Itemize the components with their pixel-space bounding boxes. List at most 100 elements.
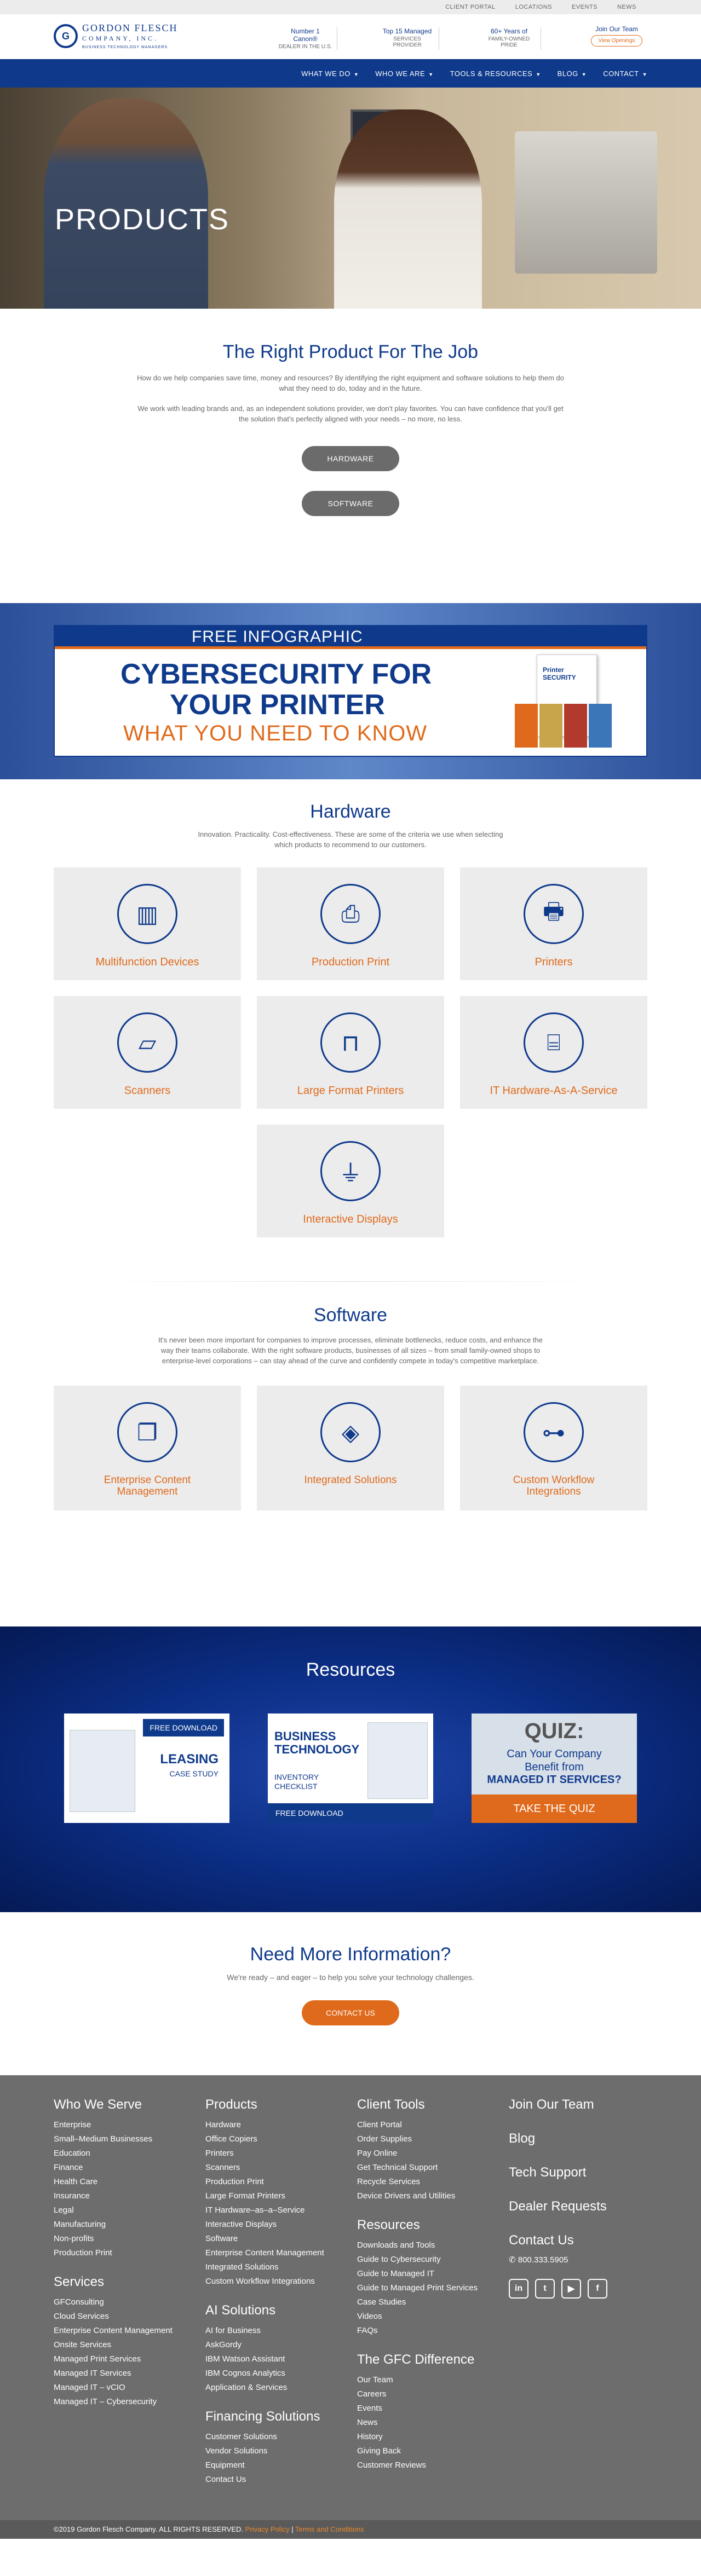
tile-enterprise-content-management[interactable]: ❐ Enterprise Content Management <box>54 1386 241 1510</box>
footer-link[interactable]: IBM Watson Assistant <box>205 2352 345 2366</box>
footer-link[interactable]: Health Care <box>54 2175 193 2189</box>
nav-blog[interactable]: BLOG ▼ <box>558 70 587 78</box>
footer-link[interactable]: GFConsulting <box>54 2295 193 2309</box>
footer-link[interactable]: Printers <box>205 2146 345 2161</box>
footer-link[interactable]: Onsite Services <box>54 2338 193 2352</box>
footer-link[interactable]: IT Hardware–as–a–Service <box>205 2203 345 2218</box>
footer-link[interactable]: Office Copiers <box>205 2132 345 2146</box>
software-button[interactable]: SOFTWARE <box>302 491 399 516</box>
view-openings-button[interactable]: View Openings <box>591 35 642 47</box>
inventory-checklist-card[interactable]: BUSINESS TECHNOLOGY INVENTORY CHECKLIST FR… <box>268 1714 433 1823</box>
footer-link[interactable]: Software <box>205 2232 345 2246</box>
tile-integrated-solutions[interactable]: ◈ Integrated Solutions <box>257 1386 444 1510</box>
footer-phone[interactable]: ✆ 800.333.5905 <box>509 2255 647 2265</box>
footer-link[interactable]: Our Team <box>357 2373 497 2387</box>
footer-link[interactable]: Managed IT Services <box>54 2366 193 2381</box>
footer-link[interactable]: Guide to Managed IT <box>357 2267 497 2281</box>
footer-link[interactable]: News <box>357 2416 497 2430</box>
facebook-icon[interactable]: f <box>588 2279 607 2299</box>
footer-link[interactable]: Non-profits <box>54 2232 193 2246</box>
footer-link[interactable]: Scanners <box>205 2161 345 2175</box>
footer-link[interactable]: Production Print <box>54 2246 193 2260</box>
nav-what-we-do[interactable]: WHAT WE DO ▼ <box>301 70 359 78</box>
footer-link[interactable]: Pay Online <box>357 2146 497 2161</box>
footer-link[interactable]: Insurance <box>54 2189 193 2203</box>
locations-link[interactable]: LOCATIONS <box>515 4 552 10</box>
footer-link[interactable]: FAQs <box>357 2324 497 2338</box>
footer-link[interactable]: Large Format Printers <box>205 2189 345 2203</box>
footer-join-team-link[interactable]: Join Our Team <box>509 2097 647 2112</box>
footer-link[interactable]: Application & Services <box>205 2381 345 2395</box>
events-link[interactable]: EVENTS <box>572 4 597 10</box>
nav-label: WHAT WE DO <box>301 69 350 78</box>
footer-link[interactable]: Managed IT – vCIO <box>54 2381 193 2395</box>
footer-link[interactable]: Events <box>357 2401 497 2416</box>
nav-contact[interactable]: CONTACT ▼ <box>603 70 647 78</box>
footer-link[interactable]: Custom Workflow Integrations <box>205 2274 345 2289</box>
footer-link[interactable]: Interactive Displays <box>205 2218 345 2232</box>
footer-link[interactable]: Education <box>54 2146 193 2161</box>
footer-link[interactable]: Enterprise Content Management <box>54 2324 193 2338</box>
footer-link[interactable]: AskGordy <box>205 2338 345 2352</box>
contact-us-button[interactable]: CONTACT US <box>302 2000 399 2025</box>
footer-link[interactable]: Order Supplies <box>357 2132 497 2146</box>
footer-dealer-requests-link[interactable]: Dealer Requests <box>509 2199 647 2214</box>
footer-link[interactable]: Vendor Solutions <box>205 2444 345 2458</box>
tile-production-print[interactable]: ⎙ Production Print <box>257 867 444 980</box>
managed-it-quiz-card[interactable]: QUIZ: Can Your Company Benefit from MANAG… <box>472 1714 637 1823</box>
footer-link[interactable]: Guide to Cybersecurity <box>357 2253 497 2267</box>
footer-link[interactable]: Manufacturing <box>54 2218 193 2232</box>
footer-link[interactable]: Client Portal <box>357 2118 497 2132</box>
footer-contact-us-link[interactable]: Contact Us <box>509 2233 647 2248</box>
footer-link[interactable]: Get Technical Support <box>357 2161 497 2175</box>
footer-link[interactable]: Customer Solutions <box>205 2430 345 2444</box>
footer-link[interactable]: Giving Back <box>357 2444 497 2458</box>
footer-link[interactable]: Integrated Solutions <box>205 2260 345 2274</box>
footer-link[interactable]: Customer Reviews <box>357 2458 497 2473</box>
footer-tech-support-link[interactable]: Tech Support <box>509 2165 647 2180</box>
footer-link[interactable]: Legal <box>54 2203 193 2218</box>
footer-link[interactable]: Equipment <box>205 2458 345 2473</box>
client-portal-link[interactable]: CLIENT PORTAL <box>445 4 495 10</box>
footer-link[interactable]: Managed Print Services <box>54 2352 193 2366</box>
infographic-card[interactable]: FREE INFOGRAPHIC CYBERSECURITY FOR YOUR … <box>54 625 647 757</box>
footer-link[interactable]: History <box>357 2430 497 2444</box>
privacy-policy-link[interactable]: Privacy Policy <box>245 2525 290 2533</box>
footer-link[interactable]: Careers <box>357 2387 497 2401</box>
tile-custom-workflow[interactable]: ⊶ Custom Workflow Integrations <box>460 1386 647 1510</box>
youtube-icon[interactable]: ▶ <box>561 2279 581 2299</box>
footer-link[interactable]: Managed IT – Cybersecurity <box>54 2395 193 2409</box>
footer-link[interactable]: Videos <box>357 2309 497 2324</box>
footer-link[interactable]: Recycle Services <box>357 2175 497 2189</box>
nav-tools-resources[interactable]: TOOLS & RESOURCES ▼ <box>450 70 541 78</box>
tile-multifunction-devices[interactable]: ▥ Multifunction Devices <box>54 867 241 980</box>
footer-link[interactable]: AI for Business <box>205 2324 345 2338</box>
footer-link[interactable]: IBM Cognos Analytics <box>205 2366 345 2381</box>
tile-scanners[interactable]: ▱ Scanners <box>54 996 241 1109</box>
footer-link[interactable]: Production Print <box>205 2175 345 2189</box>
footer-link[interactable]: Cloud Services <box>54 2309 193 2324</box>
footer-link[interactable]: Case Studies <box>357 2295 497 2309</box>
footer-link[interactable]: Hardware <box>205 2118 345 2132</box>
linkedin-icon[interactable]: in <box>509 2279 528 2299</box>
footer-link[interactable]: Downloads and Tools <box>357 2238 497 2253</box>
company-logo[interactable]: G GORDON FLESCH COMPANY, INC. BUSINESS T… <box>54 22 193 50</box>
footer-link[interactable]: Device Drivers and Utilities <box>357 2189 497 2203</box>
news-link[interactable]: NEWS <box>617 4 636 10</box>
footer-link[interactable]: Guide to Managed Print Services <box>357 2281 497 2295</box>
footer-link[interactable]: Enterprise Content Management <box>205 2246 345 2260</box>
nav-who-we-are[interactable]: WHO WE ARE ▼ <box>375 70 433 78</box>
tile-it-hardware[interactable]: ⌸ IT Hardware-As-A-Service <box>460 996 647 1109</box>
tile-printers[interactable]: 🖶 Printers <box>460 867 647 980</box>
footer-link[interactable]: Small–Medium Businesses <box>54 2132 193 2146</box>
tile-large-format-printers[interactable]: ⊓ Large Format Printers <box>257 996 444 1109</box>
footer-link[interactable]: Finance <box>54 2161 193 2175</box>
hardware-button[interactable]: HARDWARE <box>302 446 399 471</box>
leasing-case-study-card[interactable]: FREE DOWNLOAD LEASING CASE STUDY <box>64 1714 229 1823</box>
footer-blog-link[interactable]: Blog <box>509 2131 647 2146</box>
twitter-icon[interactable]: t <box>535 2279 555 2299</box>
footer-link[interactable]: Enterprise <box>54 2118 193 2132</box>
tile-interactive-displays[interactable]: ⏚ Interactive Displays <box>257 1125 444 1237</box>
footer-link[interactable]: Contact Us <box>205 2473 345 2487</box>
terms-link[interactable]: Terms and Conditions <box>295 2525 364 2533</box>
